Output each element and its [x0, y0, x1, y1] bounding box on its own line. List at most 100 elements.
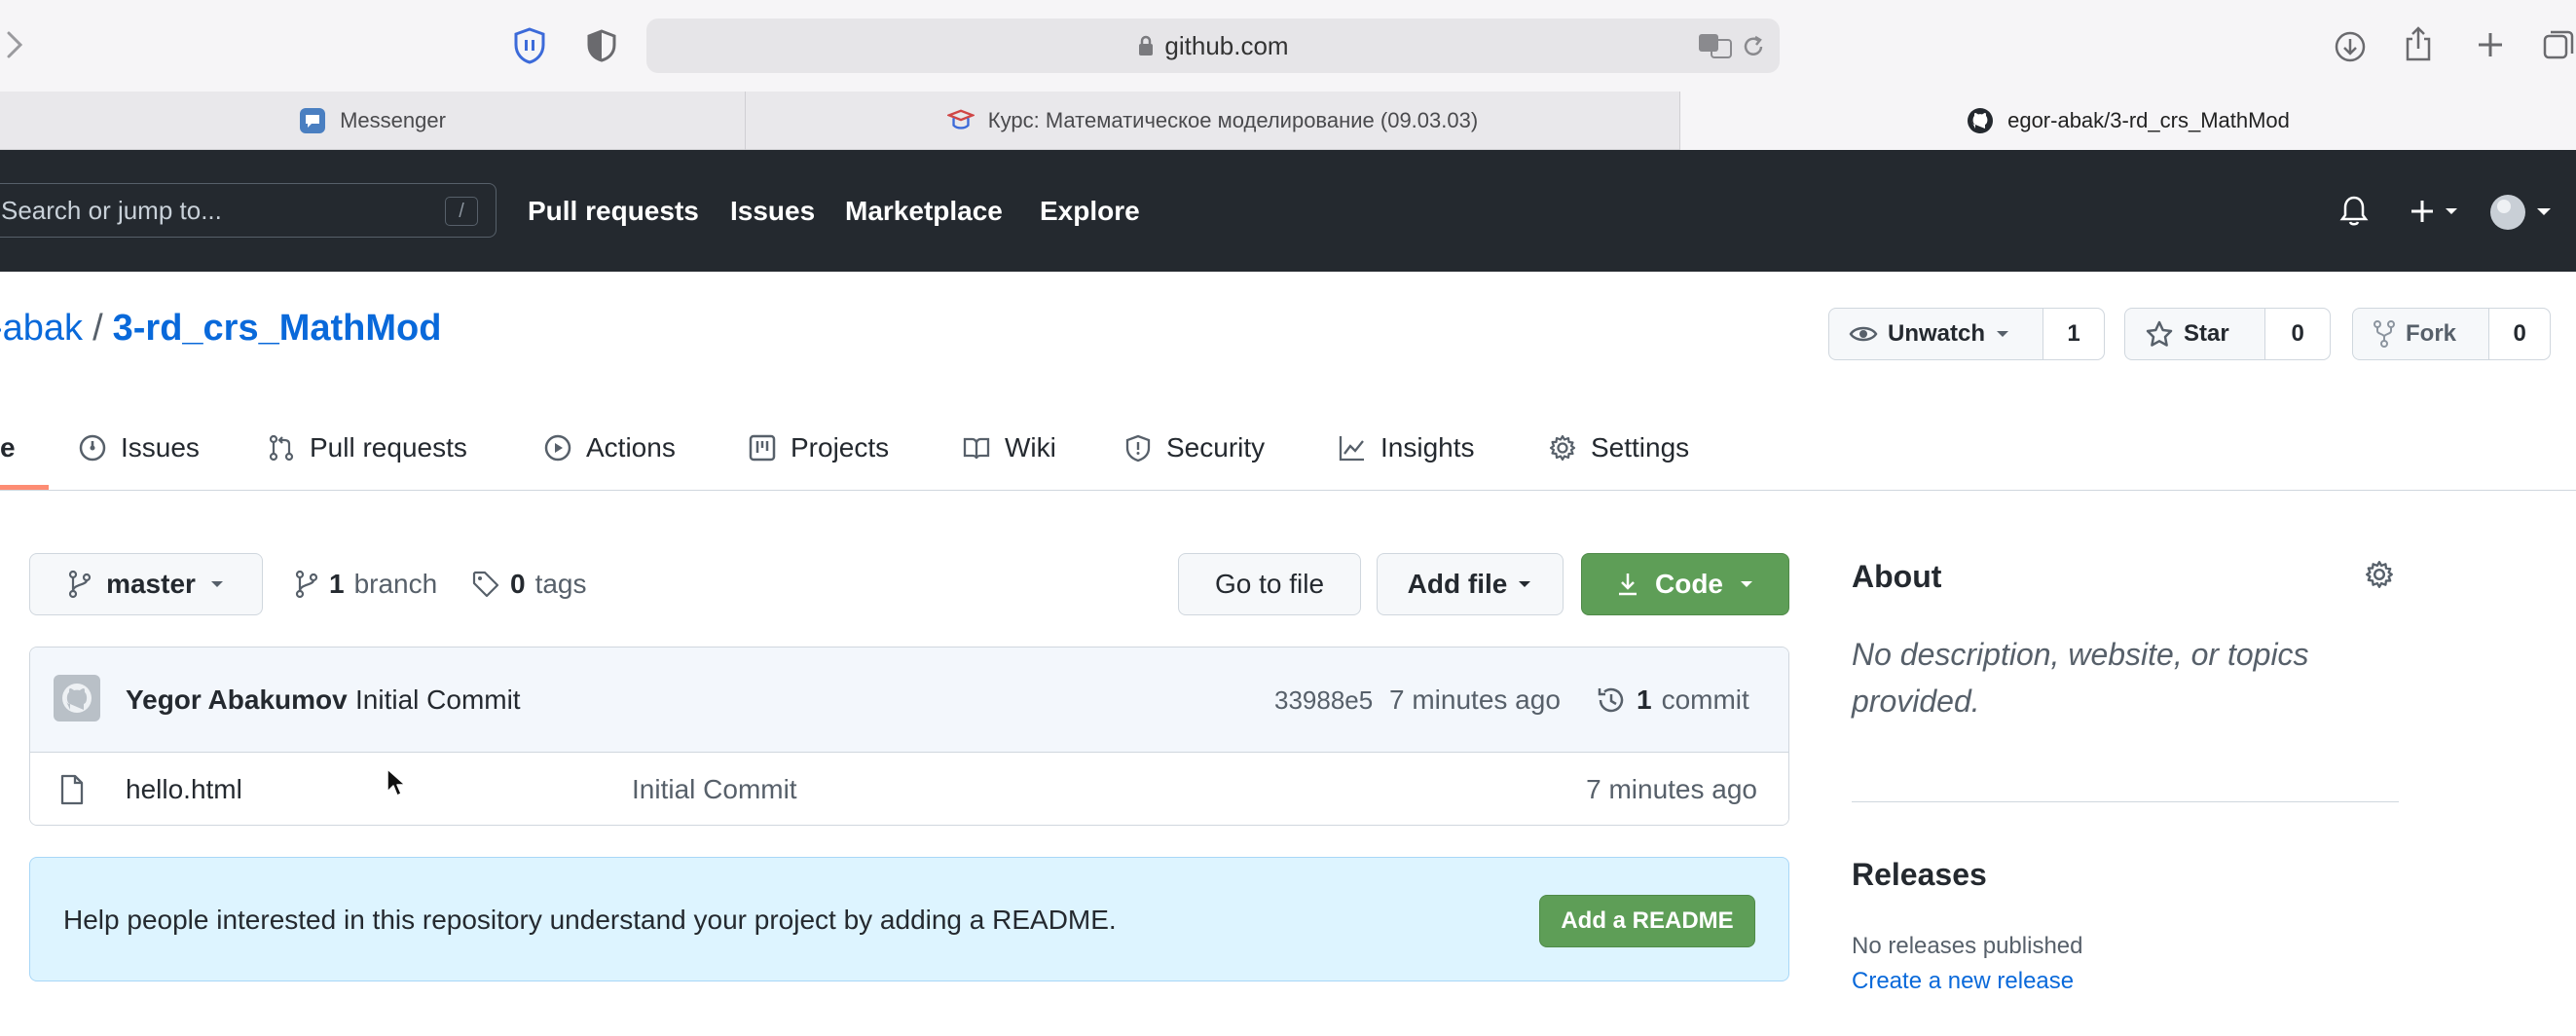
tags-link[interactable]: 0 tags — [471, 553, 587, 615]
tab-overview-icon[interactable] — [2541, 27, 2576, 62]
gear-icon — [1548, 433, 1577, 462]
file-commit-message[interactable]: Initial Commit — [632, 753, 797, 825]
search-input[interactable]: Search or jump to... / — [0, 183, 497, 238]
commit-message[interactable]: Initial Commit — [355, 648, 521, 753]
unwatch-button[interactable]: Unwatch — [1829, 309, 2044, 359]
repo-owner-link[interactable]: -abak — [0, 308, 83, 350]
chevron-down-icon — [1995, 329, 2010, 339]
about-description: No description, website, or topics provi… — [1852, 637, 2309, 719]
avatar[interactable] — [2488, 193, 2557, 232]
star-count[interactable]: 0 — [2265, 309, 2330, 359]
translate-icon[interactable] — [1696, 32, 1735, 59]
tab-settings[interactable]: Settings — [1548, 405, 1689, 491]
tab-insights[interactable]: Insights — [1338, 405, 1475, 491]
star-label: Star — [2184, 320, 2229, 347]
commit-count-label: commit — [1661, 684, 1749, 715]
tab-pull-requests-label: Pull requests — [310, 432, 467, 462]
star-button[interactable]: Star — [2125, 309, 2266, 359]
branch-icon — [294, 570, 319, 599]
tag-icon — [471, 570, 500, 599]
star-icon — [2145, 319, 2174, 349]
tab-messenger[interactable]: Messenger — [0, 92, 746, 150]
pull-request-icon — [267, 433, 296, 462]
releases-empty-text: No releases published — [1852, 933, 2083, 959]
tab-label: Messenger — [340, 108, 446, 132]
tab-github-repo[interactable]: egor-abak/3-rd_crs_MathMod — [1680, 92, 2576, 150]
code-label: Code — [1655, 569, 1723, 599]
sidebar-divider — [1852, 801, 2399, 802]
privacy-shield-icon[interactable] — [584, 27, 619, 64]
download-icon[interactable] — [2331, 27, 2370, 66]
nav-marketplace[interactable]: Marketplace — [845, 150, 1003, 272]
code-button[interactable]: Code — [1581, 553, 1789, 615]
unwatch-label: Unwatch — [1888, 320, 1986, 347]
add-file-button[interactable]: Add file — [1377, 553, 1564, 615]
notifications-bell-icon[interactable] — [2337, 193, 2372, 230]
repo-separator: / — [92, 308, 103, 349]
nav-issues[interactable]: Issues — [730, 150, 815, 272]
fork-button[interactable]: Fork — [2353, 309, 2490, 359]
avatar[interactable] — [54, 675, 100, 722]
commit-history-link[interactable]: 1 commit — [1596, 648, 1749, 753]
search-placeholder: Search or jump to... — [1, 195, 222, 225]
forward-icon[interactable] — [0, 27, 29, 62]
tab-security-label: Security — [1166, 432, 1266, 462]
add-readme-button[interactable]: Add a README — [1539, 895, 1755, 947]
fork-icon — [2373, 319, 2396, 349]
go-to-file-button[interactable]: Go to file — [1178, 553, 1361, 615]
create-release-link[interactable]: Create a new release — [1852, 968, 2074, 995]
course-favicon-icon — [946, 107, 975, 134]
about-settings-gear-icon[interactable] — [2364, 559, 2399, 594]
shield-extension-icon[interactable] — [510, 25, 549, 66]
about-heading: About — [1852, 559, 1942, 594]
tab-wiki-label: Wiki — [1005, 432, 1056, 462]
readme-banner-text: Help people interested in this repositor… — [63, 905, 1117, 935]
browser-toolbar: github.com — [0, 0, 2576, 92]
reload-icon[interactable] — [1739, 32, 1768, 61]
tab-actions-label: Actions — [586, 432, 676, 462]
github-header: Search or jump to... / Pull requests Iss… — [0, 150, 2576, 272]
fork-button-group: Fork 0 — [2352, 308, 2551, 360]
repo-name-link[interactable]: 3-rd_crs_MathMod — [113, 308, 442, 350]
shield-icon — [1123, 433, 1153, 462]
mouse-cursor-icon — [386, 767, 407, 798]
tab-projects[interactable]: Projects — [748, 405, 889, 491]
table-row: hello.html Initial Commit 7 minutes ago — [30, 753, 1788, 825]
tab-insights-label: Insights — [1380, 432, 1475, 462]
tab-code[interactable]: e — [0, 405, 16, 491]
tab-actions[interactable]: Actions — [543, 405, 676, 491]
commit-hash[interactable]: 33988e5 — [1274, 648, 1373, 753]
address-bar[interactable]: github.com — [646, 18, 1780, 73]
branch-name: master — [106, 569, 196, 599]
nav-pull-requests[interactable]: Pull requests — [528, 150, 699, 272]
tab-security[interactable]: Security — [1123, 405, 1265, 491]
fork-count[interactable]: 0 — [2489, 309, 2550, 359]
releases-heading[interactable]: Releases — [1852, 857, 1987, 893]
commit-author[interactable]: Yegor Abakumov — [126, 648, 348, 753]
tab-label: egor-abak/3-rd_crs_MathMod — [2007, 108, 2290, 132]
tab-bar: Messenger Курс: Математическое моделиров… — [0, 92, 2576, 150]
tab-issues-label: Issues — [121, 432, 200, 462]
file-name-link[interactable]: hello.html — [126, 753, 242, 825]
latest-commit-row: Yegor Abakumov Initial Commit 33988e5 7 … — [30, 648, 1788, 753]
create-new-plus-icon[interactable] — [2409, 195, 2463, 228]
star-button-group: Star 0 — [2124, 308, 2331, 360]
tag-count: 0 — [510, 569, 526, 599]
watch-count[interactable]: 1 — [2043, 309, 2104, 359]
tab-issues[interactable]: Issues — [78, 405, 200, 491]
readme-banner: Help people interested in this repositor… — [29, 857, 1789, 981]
new-tab-icon[interactable] — [2473, 27, 2508, 62]
tab-course[interactable]: Курс: Математическое моделирование (09.0… — [746, 92, 1680, 150]
tab-pull-requests[interactable]: Pull requests — [267, 405, 467, 491]
nav-explore[interactable]: Explore — [1040, 150, 1140, 272]
branch-select-button[interactable]: master — [29, 553, 263, 615]
graph-icon — [1338, 433, 1367, 462]
share-icon[interactable] — [2401, 23, 2436, 64]
history-icon — [1596, 684, 1627, 716]
repo-title: -abak / 3-rd_crs_MathMod — [0, 308, 441, 350]
tab-wiki[interactable]: Wiki — [962, 405, 1056, 491]
fork-label: Fork — [2406, 320, 2457, 347]
tab-code-label: e — [0, 432, 16, 462]
commit-time: 7 minutes ago — [1389, 684, 1561, 715]
branches-link[interactable]: 1 branch — [294, 553, 437, 615]
